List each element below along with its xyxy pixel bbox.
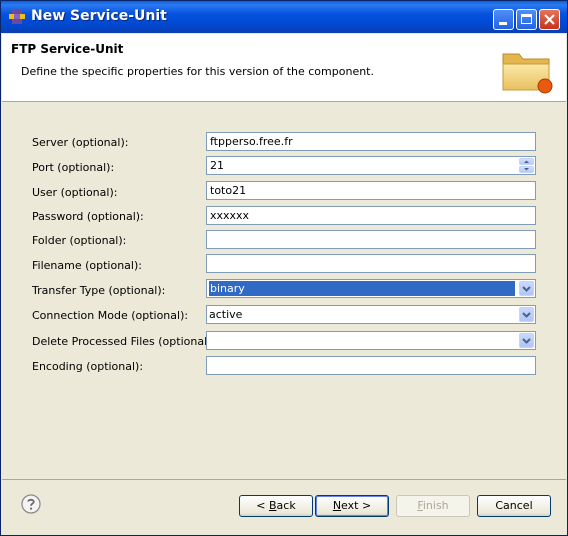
back-button[interactable]: < Back: [239, 495, 313, 517]
title-bar[interactable]: New Service-Unit: [1, 1, 567, 33]
transfer-type-dropdown-button[interactable]: [519, 281, 534, 296]
delete-processed-files-select[interactable]: [206, 331, 536, 350]
transfer-type-label: Transfer Type (optional):: [32, 284, 166, 297]
transfer-type-value: binary: [209, 281, 515, 296]
back-mnemonic: B: [269, 499, 277, 512]
maximize-icon: [521, 14, 532, 24]
window-title: New Service-Unit: [31, 8, 167, 24]
close-icon: [544, 14, 555, 25]
delete-processed-files-dropdown-button[interactable]: [519, 333, 534, 348]
password-input[interactable]: xxxxxx: [206, 206, 536, 225]
wizard-header: FTP Service-Unit Define the specific pro…: [2, 34, 566, 102]
folder-label: Folder (optional):: [32, 234, 127, 247]
spin-down-button[interactable]: [519, 166, 534, 173]
connection-mode-value: active: [209, 308, 243, 321]
port-value: 21: [210, 159, 224, 172]
spin-up-button[interactable]: [519, 158, 534, 165]
button-bar-separator: [2, 479, 566, 480]
maximize-button[interactable]: [516, 9, 537, 30]
cancel-button[interactable]: Cancel: [477, 495, 551, 517]
page-description: Define the specific properties for this …: [21, 65, 374, 78]
server-input[interactable]: ftpperso.free.fr: [206, 132, 536, 151]
folder-input[interactable]: [206, 230, 536, 249]
wizard-app-icon: [9, 10, 25, 24]
port-label: Port (optional):: [32, 161, 115, 174]
transfer-type-select[interactable]: binary: [206, 279, 536, 298]
spin-up-icon: [524, 160, 529, 163]
password-label: Password (optional):: [32, 210, 144, 223]
next-button[interactable]: Next >: [315, 495, 389, 517]
minimize-icon: [499, 22, 507, 25]
encoding-input[interactable]: [206, 356, 536, 375]
folder-icon: [502, 53, 553, 94]
chevron-down-icon: [522, 286, 531, 292]
next-mnemonic: N: [332, 499, 342, 512]
finish-rest: inish: [422, 499, 449, 512]
user-input[interactable]: toto21: [206, 181, 536, 200]
filename-label: Filename (optional):: [32, 259, 142, 272]
server-label: Server (optional):: [32, 136, 129, 149]
connection-mode-dropdown-button[interactable]: [519, 307, 534, 322]
minimize-button[interactable]: [493, 9, 514, 30]
next-rest: ext >: [341, 499, 372, 512]
finish-button[interactable]: Finish: [396, 495, 470, 517]
port-spinner[interactable]: 21: [206, 156, 536, 175]
delete-processed-files-label: Delete Processed Files (optional):: [32, 335, 216, 348]
new-service-unit-dialog: New Service-Unit FTP Service-Unit Define…: [0, 0, 568, 536]
chevron-down-icon: [522, 338, 531, 344]
user-label: User (optional):: [32, 186, 118, 199]
spin-down-icon: [524, 168, 529, 171]
chevron-down-icon: [522, 312, 531, 318]
help-icon[interactable]: [21, 494, 41, 514]
filename-input[interactable]: [206, 254, 536, 273]
port-spin-buttons: [519, 158, 534, 173]
close-button[interactable]: [539, 9, 560, 30]
encoding-label: Encoding (optional):: [32, 360, 144, 373]
back-prefix: <: [256, 499, 269, 512]
connection-mode-label: Connection Mode (optional):: [32, 309, 189, 322]
back-rest: ack: [276, 499, 296, 512]
connection-mode-select[interactable]: active: [206, 305, 536, 324]
page-title: FTP Service-Unit: [11, 42, 124, 56]
